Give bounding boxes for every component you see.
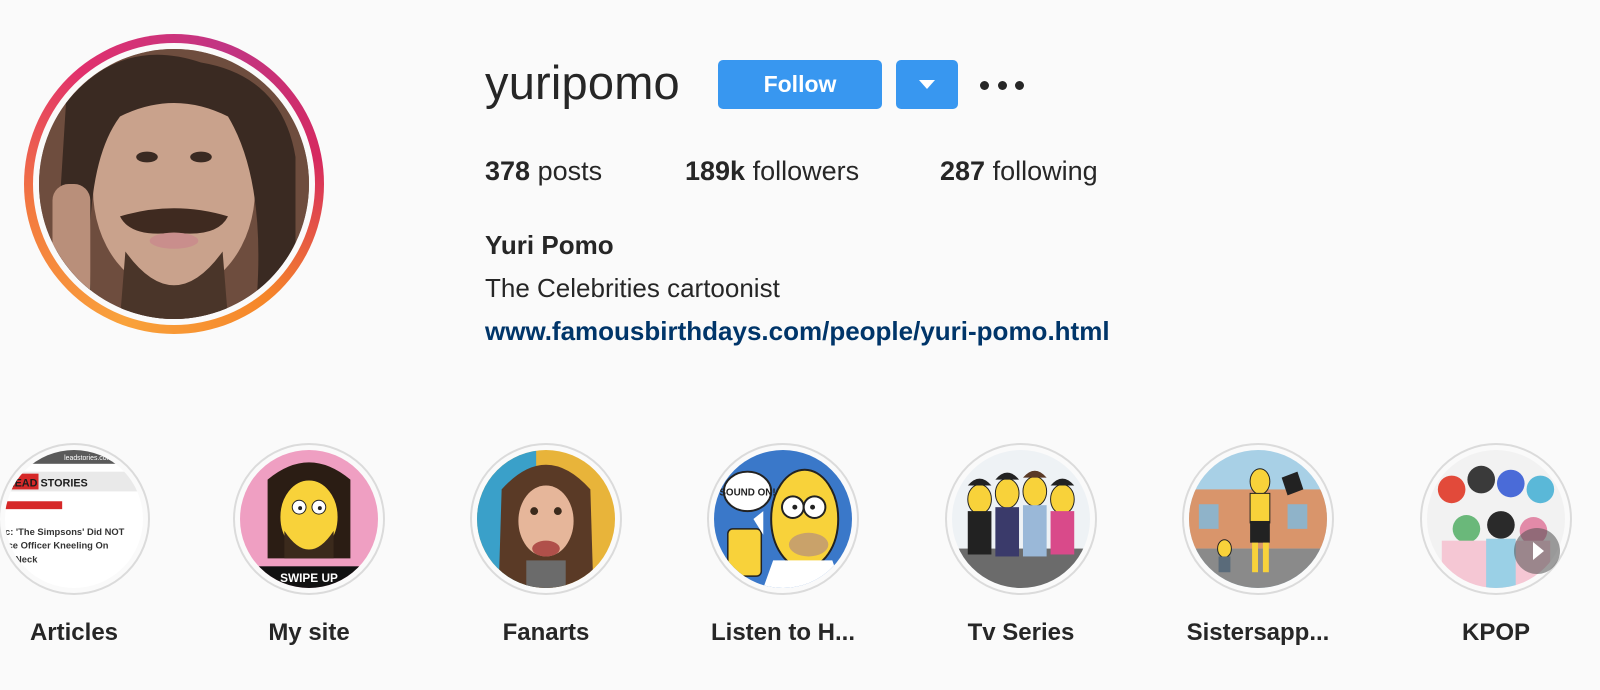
avatar[interactable] [39,49,309,319]
highlight-listen[interactable]: SOUND ON! Listen to H... [703,443,863,647]
avatar-image [39,49,309,319]
articles-site-text: leadstories.com [64,455,112,462]
highlight-label: Fanarts [502,619,590,646]
highlight-cover [477,450,615,588]
following-stat[interactable]: 287 following [940,156,1098,187]
followers-stat[interactable]: 189k followers [685,156,859,187]
full-name: Yuri Pomo [485,230,614,260]
highlight-my-site[interactable]: SWIPE UP My site [229,443,389,647]
profile-avatar-story-ring[interactable] [24,34,324,334]
articles-line-2: ice Officer Kneeling On [5,541,109,551]
highlight-cover [1189,450,1327,588]
posts-label: posts [530,156,603,186]
bio-text: The Celebrities cartoonist [485,273,780,303]
highlight-label: My site [268,619,350,646]
posts-count: 378 [485,156,531,186]
articles-line-3: 's Neck [5,554,38,564]
articles-header-text: LEAD STORIES [8,477,88,489]
bio-link[interactable]: www.famousbirthdays.com/people/yuri-pomo… [485,316,1110,347]
highlight-cover [952,450,1090,588]
username: yuripomo [485,56,680,109]
following-count: 287 [940,156,986,186]
highlight-label: KPOP [1461,619,1530,646]
highlight-cover: SWIPE UP [240,450,378,588]
more-options-icon[interactable] [980,70,1024,100]
follow-button[interactable]: Follow [718,60,882,109]
suggested-accounts-button[interactable] [896,60,958,109]
profile-page: yuripomo Follow 378 posts 189k followers… [0,0,1600,690]
mysite-caption: SWIPE UP [280,571,338,585]
highlight-articles[interactable]: leadstories.com LEAD STORIES c: 'The Sim… [0,443,154,647]
articles-line-1: c: 'The Simpsons' Did NOT [5,527,125,537]
followers-label: followers [745,156,860,186]
listen-bubble-text: SOUND ON! [719,487,775,498]
chevron-down-icon [919,80,935,89]
highlight-label: Sistersapp... [1186,619,1330,646]
highlight-fanarts[interactable]: Fanarts [466,443,626,647]
highlight-sistersapp[interactable]: Sistersapp... [1178,443,1338,647]
posts-stat[interactable]: 378 posts [485,156,602,187]
highlight-cover: SOUND ON! [714,450,852,588]
highlight-label: Listen to H... [711,619,855,646]
highlight-label: Articles [29,619,119,646]
highlight-cover: leadstories.com LEAD STORIES c: 'The Sim… [5,450,143,588]
highlight-label: Tv Series [967,619,1075,646]
highlight-tv-series[interactable]: Tv Series [941,443,1101,647]
followers-count: 189k [685,156,746,186]
following-label: following [985,156,1098,186]
next-arrow-icon[interactable] [1514,528,1560,574]
